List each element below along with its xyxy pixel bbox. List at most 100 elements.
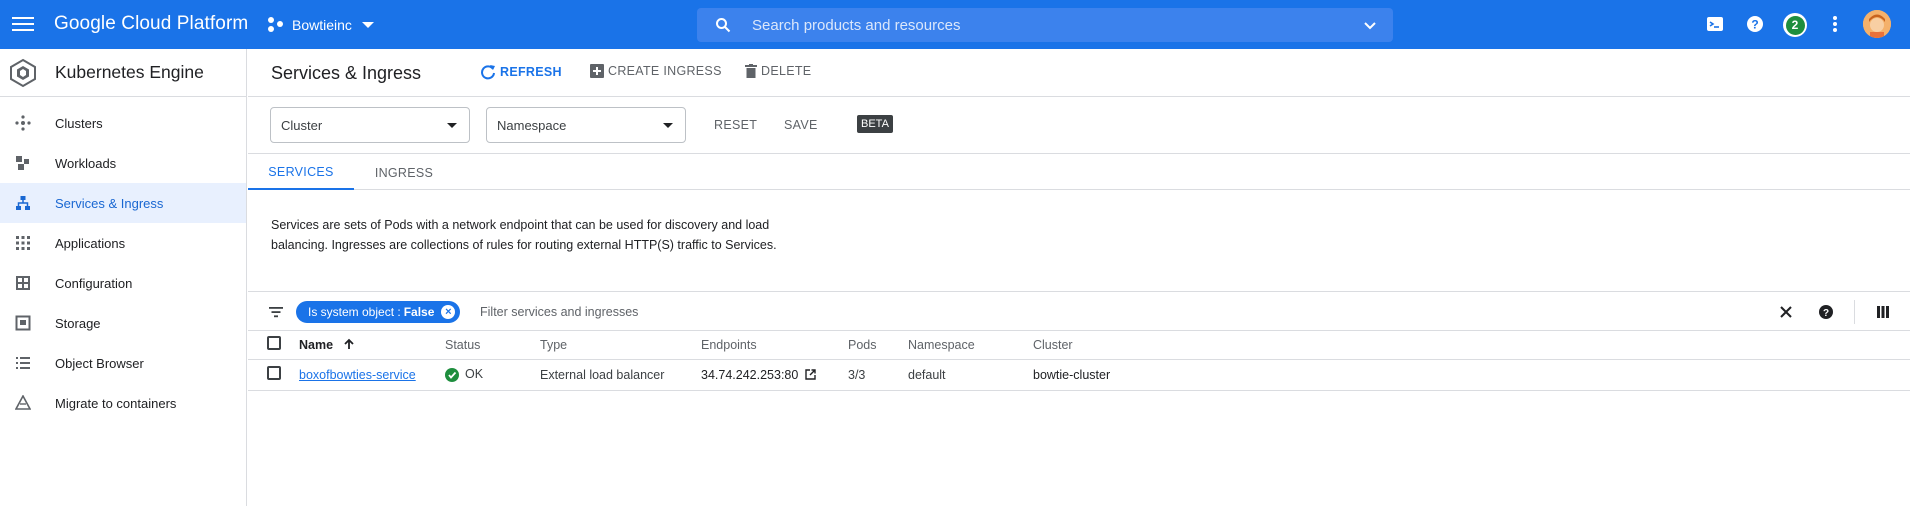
help-icon[interactable]: ? xyxy=(1818,304,1834,320)
project-selector[interactable]: Bowtieinc xyxy=(268,12,374,38)
dropdown-arrow-icon xyxy=(663,123,673,128)
cell-pods: 3/3 xyxy=(848,359,908,391)
cell-endpoints: 34.74.242.253:80 xyxy=(701,359,848,391)
applications-icon xyxy=(16,236,30,250)
clear-filter-icon[interactable] xyxy=(1778,304,1794,320)
project-name: Bowtieinc xyxy=(292,17,352,33)
save-button[interactable]: SAVE xyxy=(784,118,818,132)
table-filter-bar: Is system object : False × ? xyxy=(248,291,1910,331)
sidebar-item-clusters[interactable]: Clusters xyxy=(0,103,246,143)
row-select-cell xyxy=(248,359,290,391)
column-header-namespace[interactable]: Namespace xyxy=(908,331,1033,360)
row-checkbox[interactable] xyxy=(267,366,281,380)
chevron-down-icon xyxy=(361,22,374,28)
main-content: Services & Ingress REFRESH CREATE INGRES… xyxy=(248,49,1910,506)
select-all-checkbox[interactable] xyxy=(267,336,281,351)
user-avatar-icon xyxy=(1863,10,1891,38)
cluster-select[interactable]: Cluster xyxy=(270,107,470,143)
tab-services[interactable]: SERVICES xyxy=(248,155,354,190)
cloud-shell-icon[interactable] xyxy=(1705,14,1725,34)
namespace-select-value: Namespace xyxy=(497,117,567,133)
kubernetes-engine-icon xyxy=(10,58,36,87)
table-row: boxofbowties-service OK External load ba… xyxy=(248,359,1910,391)
page-title: Services & Ingress xyxy=(271,63,422,83)
dropdown-arrow-icon xyxy=(447,123,457,128)
sidebar-item-label: Migrate to containers xyxy=(55,395,177,411)
chip-remove-icon[interactable]: × xyxy=(441,305,456,319)
cluster-select-value: Cluster xyxy=(281,117,323,133)
service-link[interactable]: boxofbowties-service xyxy=(299,368,416,382)
table-header-row: Name Status Type Endpoints Pods Namespac… xyxy=(248,331,1910,360)
cell-namespace: default xyxy=(908,359,1033,391)
filter-chip-value: False xyxy=(403,305,435,319)
sidebar-item-workloads[interactable]: Workloads xyxy=(0,143,246,183)
column-header-endpoints[interactable]: Endpoints xyxy=(701,331,848,360)
create-ingress-button[interactable]: CREATE INGRESS xyxy=(590,64,722,78)
tab-bar: SERVICES INGRESS xyxy=(248,155,1910,190)
refresh-button[interactable]: REFRESH xyxy=(480,64,562,80)
notifications-count: 2 xyxy=(1785,15,1805,35)
avatar[interactable] xyxy=(1863,10,1891,38)
open-in-new-icon[interactable] xyxy=(805,368,816,380)
sidebar-item-storage[interactable]: Storage xyxy=(0,303,246,343)
sidebar-item-services-ingress[interactable]: Services & Ingress xyxy=(0,183,246,223)
workloads-icon xyxy=(16,156,29,170)
product-header: Kubernetes Engine xyxy=(0,49,246,97)
services-table: Name Status Type Endpoints Pods Namespac… xyxy=(248,331,1910,391)
refresh-label: REFRESH xyxy=(500,65,562,79)
sidebar-item-label: Workloads xyxy=(55,155,117,171)
svg-text:?: ? xyxy=(1751,18,1758,32)
cell-name: boxofbowties-service xyxy=(290,359,445,391)
delete-label: DELETE xyxy=(761,64,812,78)
select-all-cell xyxy=(248,331,290,360)
sidebar-item-object-browser[interactable]: Object Browser xyxy=(0,343,246,383)
filter-chip[interactable]: Is system object : False × xyxy=(296,301,461,323)
left-nav: Kubernetes Engine Clusters Workloads Ser… xyxy=(0,49,247,506)
filter-input[interactable] xyxy=(480,302,980,322)
column-header-status[interactable]: Status xyxy=(445,331,540,360)
product-name: Kubernetes Engine xyxy=(55,62,204,82)
cell-cluster: bowtie-cluster xyxy=(1033,359,1910,391)
page-description: Services are sets of Pods with a network… xyxy=(271,218,777,252)
column-header-cluster[interactable]: Cluster xyxy=(1033,331,1910,360)
more-vert-icon[interactable] xyxy=(1825,14,1845,34)
column-header-label: Name xyxy=(299,337,334,352)
menu-icon[interactable] xyxy=(12,13,34,35)
sidebar-item-label: Applications xyxy=(55,235,126,251)
filter-list-icon[interactable] xyxy=(268,304,284,320)
project-icon xyxy=(268,17,284,33)
search-input[interactable] xyxy=(752,14,1312,36)
namespace-select[interactable]: Namespace xyxy=(486,107,686,143)
services-icon xyxy=(16,196,30,210)
column-header-type[interactable]: Type xyxy=(540,331,701,360)
clusters-icon xyxy=(15,115,31,131)
sidebar-item-applications[interactable]: Applications xyxy=(0,223,246,263)
column-display-icon[interactable] xyxy=(1875,304,1891,320)
column-header-pods[interactable]: Pods xyxy=(848,331,908,360)
search-bar[interactable] xyxy=(697,8,1393,42)
sidebar-item-configuration[interactable]: Configuration xyxy=(0,263,246,303)
cell-status: OK xyxy=(445,359,540,391)
beta-badge: BETA xyxy=(857,115,893,133)
migrate-icon xyxy=(15,395,31,410)
check-circle-icon xyxy=(445,368,459,382)
create-ingress-label: CREATE INGRESS xyxy=(608,64,722,78)
reset-button[interactable]: RESET xyxy=(714,118,757,132)
tab-ingress[interactable]: INGRESS xyxy=(354,155,454,190)
notifications-badge[interactable]: 2 xyxy=(1783,13,1807,37)
page-header: Services & Ingress REFRESH CREATE INGRES… xyxy=(248,49,1910,97)
trash-icon xyxy=(745,64,757,78)
endpoint-value[interactable]: 34.74.242.253:80 xyxy=(701,368,798,382)
storage-icon xyxy=(15,315,31,331)
refresh-icon xyxy=(481,65,495,80)
product-title[interactable]: Google Cloud Platform xyxy=(54,13,248,35)
sidebar-item-migrate[interactable]: Migrate to containers xyxy=(0,383,246,423)
chevron-down-icon[interactable] xyxy=(1363,19,1377,33)
sort-ascending-icon[interactable] xyxy=(343,338,355,350)
add-box-icon xyxy=(590,64,604,78)
delete-button[interactable]: DELETE xyxy=(745,64,811,78)
status-text: OK xyxy=(465,367,484,381)
column-header-name[interactable]: Name xyxy=(290,331,445,360)
sidebar-item-label: Configuration xyxy=(55,275,133,291)
help-icon[interactable]: ? xyxy=(1745,14,1765,34)
